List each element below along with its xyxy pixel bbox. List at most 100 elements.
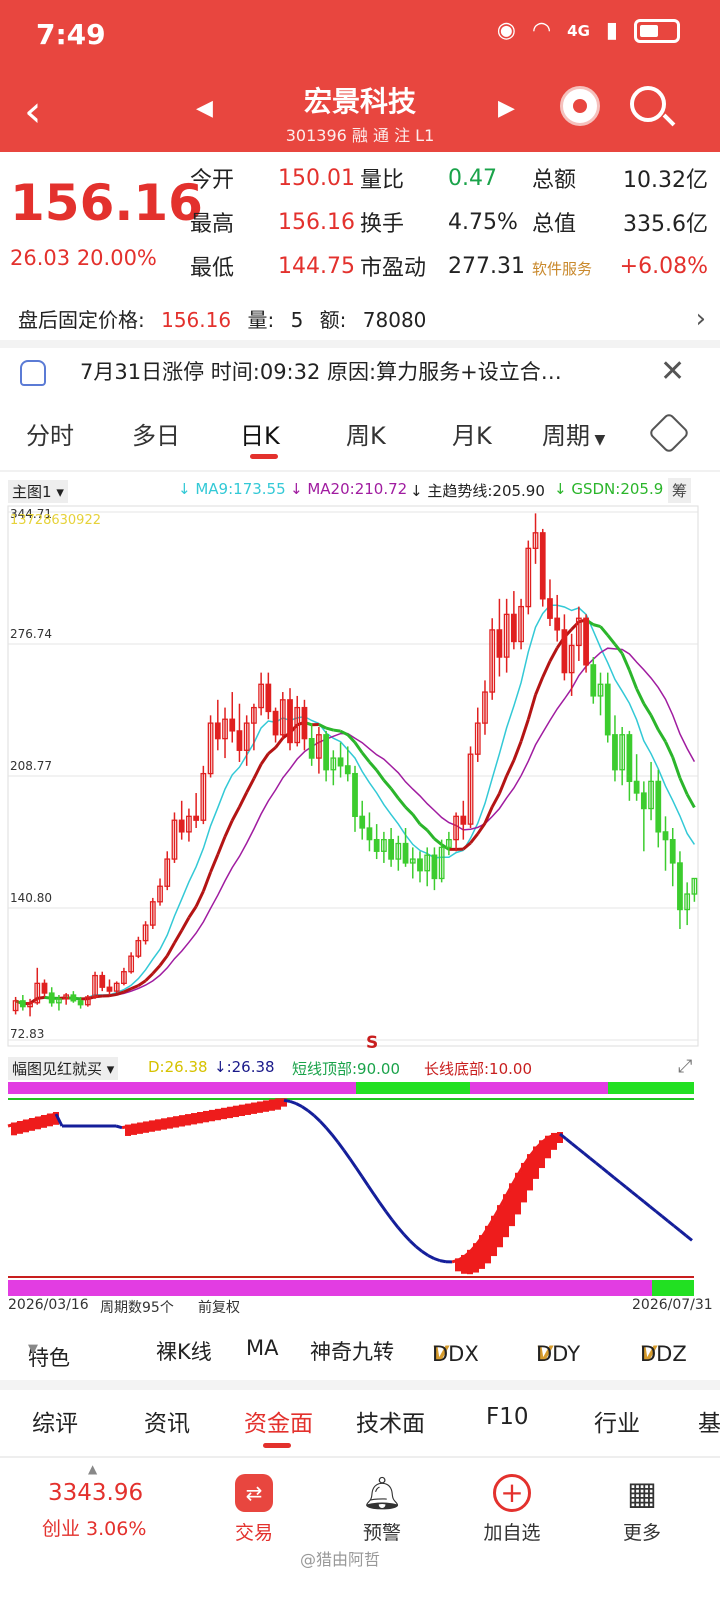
- oscillator-segment: [384, 1210, 394, 1221]
- label-vol-ratio: 量比: [360, 168, 405, 193]
- candle-body: [373, 838, 380, 852]
- tool-ma[interactable]: MA: [246, 1336, 278, 1360]
- tab-technical[interactable]: 技术面: [356, 1404, 425, 1438]
- y-tick-label: 208.77: [10, 759, 52, 773]
- tab-multi-day[interactable]: 多日: [132, 416, 180, 451]
- caret-down-icon: ▼: [28, 1342, 38, 1357]
- kline-chart[interactable]: 344.71276.74208.77140.8072.8313728630922…: [0, 472, 720, 1050]
- next-stock-icon[interactable]: ▶: [498, 96, 515, 121]
- chevron-right-icon[interactable]: ›: [696, 304, 706, 334]
- trend-segment: [223, 819, 234, 838]
- oscillator-segment: [667, 1219, 675, 1228]
- trend-segment: [433, 837, 443, 846]
- indicator-chart[interactable]: [0, 1050, 720, 1298]
- wifi-icon: ◠: [531, 18, 552, 43]
- nav-add-watchlist[interactable]: + 加自选: [478, 1474, 546, 1545]
- mascot-icon[interactable]: [560, 86, 600, 126]
- trend-segment: [151, 964, 162, 975]
- oscillator-segment: [265, 1099, 273, 1104]
- nav-alert[interactable]: 🔔︎ 预警: [352, 1474, 412, 1545]
- adjust-mode: 前复权: [198, 1300, 240, 1316]
- oscillator-segment: [139, 1121, 147, 1126]
- close-icon[interactable]: ✕: [660, 354, 685, 389]
- candle-body: [496, 629, 503, 658]
- oscillator-segment: [427, 1254, 435, 1260]
- active-tab-indicator: [250, 454, 278, 459]
- trend-segment: [526, 694, 537, 720]
- signal-bar-bottom: [8, 1280, 652, 1296]
- trend-segment: [259, 752, 270, 766]
- trend-segment: [368, 760, 378, 772]
- sector-change[interactable]: +6.08%: [620, 254, 708, 279]
- tab-overview[interactable]: 综评: [32, 1404, 78, 1438]
- tab-f10[interactable]: F10: [486, 1404, 529, 1430]
- oscillator-segment: [342, 1149, 352, 1160]
- oscillator-segment: [181, 1114, 189, 1119]
- value-high: 156.16: [278, 209, 355, 235]
- tool-naked-k[interactable]: 裸K线: [156, 1336, 212, 1366]
- oscillator-segment: [253, 1102, 261, 1107]
- tab-intraday[interactable]: 分时: [26, 416, 74, 451]
- candle-body: [272, 710, 279, 736]
- sector-name[interactable]: 软件服务: [532, 258, 592, 279]
- signal-bar-top: [8, 1082, 356, 1094]
- limit-up-alert[interactable]: 7月31日涨停 时间:09:32 原因:算力服务+设立合…: [80, 356, 640, 386]
- oscillator-segment: [121, 1125, 129, 1130]
- tool-magic-nine[interactable]: 神奇九转: [310, 1336, 394, 1366]
- period-count: 周期数95个: [100, 1300, 174, 1316]
- oscillator-segment: [655, 1210, 663, 1218]
- value-market-cap: 335.6亿: [623, 212, 708, 237]
- oscillator-segment: [223, 1107, 231, 1112]
- after-hours-row[interactable]: 盘后固定价格: 156.16 量: 5 额: 78080: [18, 304, 708, 333]
- battery-icon: [634, 18, 680, 43]
- oscillator-segment: [324, 1126, 334, 1136]
- grid-icon: ▦: [626, 1474, 658, 1512]
- label-pe: 市盈动: [360, 256, 427, 281]
- trend-segment: [216, 836, 227, 856]
- oscillator-segment: [31, 1117, 39, 1122]
- candle-body: [417, 858, 423, 872]
- tab-monthly-k[interactable]: 月K: [452, 416, 492, 451]
- oscillator-segment: [301, 1105, 309, 1112]
- tab-fund-flow[interactable]: 资金面: [244, 1404, 313, 1438]
- tab-weekly-k[interactable]: 周K: [346, 416, 386, 451]
- oscillator-segment: [289, 1099, 297, 1105]
- trend-segment: [37, 995, 45, 1000]
- quote-row-2: 最高 156.16 换手 4.75% 总值 335.6亿: [190, 202, 710, 242]
- nav-more-label: 更多: [622, 1522, 661, 1544]
- signal-label: 4G: [567, 21, 590, 40]
- search-icon[interactable]: [630, 86, 666, 122]
- nav-trade[interactable]: ⇄ 交易: [224, 1474, 284, 1545]
- oscillator-segment: [613, 1176, 621, 1184]
- tab-daily-k[interactable]: 日K: [240, 416, 280, 451]
- y-tick-label: 140.80: [10, 891, 52, 905]
- tab-fundamental[interactable]: 基: [698, 1404, 720, 1438]
- trend-segment: [426, 829, 436, 840]
- oscillator-segment: [19, 1120, 27, 1125]
- trend-segment: [411, 813, 422, 825]
- tab-period[interactable]: 周期 ▼: [542, 416, 605, 451]
- candle-body: [344, 765, 351, 775]
- tab-news[interactable]: 资讯: [144, 1404, 190, 1438]
- watermark: @猎由阿哲: [300, 1550, 381, 1569]
- trend-segment: [245, 777, 256, 794]
- nav-more[interactable]: ▦ 更多: [614, 1474, 670, 1545]
- candle-body: [669, 838, 676, 864]
- trend-segment: [657, 729, 667, 743]
- divider: [0, 340, 720, 348]
- ah-amt: 78080: [362, 308, 427, 332]
- candle-body: [193, 815, 200, 821]
- candle-body: [178, 819, 185, 833]
- quote-row-1: 今开 150.01 量比 0.47 总额 10.32亿: [190, 158, 710, 198]
- candle-body: [677, 862, 683, 911]
- trend-segment: [664, 741, 675, 758]
- tab-industry[interactable]: 行业: [594, 1404, 640, 1438]
- price-change: 26.03 20.00%: [10, 246, 157, 270]
- candle-body: [510, 613, 517, 643]
- oscillator-segment: [679, 1229, 687, 1237]
- candle-body: [308, 738, 315, 759]
- oscillator-segment: [577, 1147, 585, 1155]
- quote-row-3: 最低 144.75 市盈动 277.31 软件服务 +6.08%: [190, 246, 710, 286]
- candle-body: [612, 734, 618, 771]
- oscillator-segment: [235, 1105, 243, 1110]
